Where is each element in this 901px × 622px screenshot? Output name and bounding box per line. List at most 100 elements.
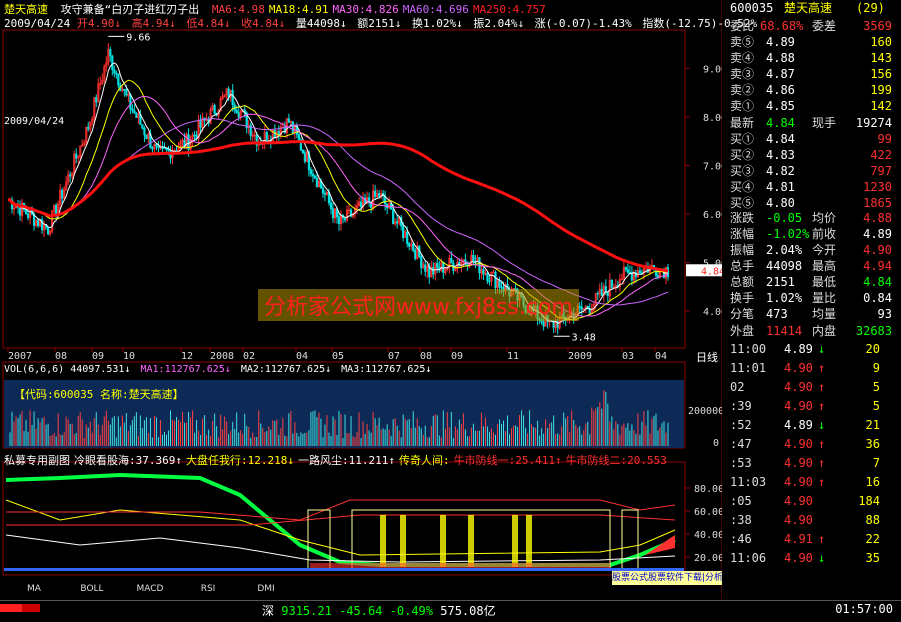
candle-body [113, 69, 116, 74]
weicha-label: 委差 [812, 19, 837, 33]
stat-value: 1.02% [766, 291, 803, 305]
kline-chart-area[interactable]: 9.008.007.006.005.004.004.84200708091012… [0, 0, 757, 621]
candle-body [331, 208, 335, 219]
code-label: 【代码:600035 名称:楚天高速】 [14, 388, 184, 401]
neipan-label: 内盘 [812, 324, 837, 338]
tick-price: 4.89 [784, 418, 813, 432]
candle-body [55, 204, 58, 215]
tick-price: 4.90 [784, 456, 813, 470]
tick-row: :46 4.91 ↑ 22 [726, 531, 896, 547]
ask-price: 4.85 [766, 99, 795, 113]
candle-body [442, 261, 445, 273]
indicator-axis-label: 40.00 [694, 530, 722, 541]
ohlc-row: 2009/04/24 开4.90↓ 高4.94↓ 低4.84↓ 收4.84↓ 量… [4, 15, 761, 31]
period-label[interactable]: 日线 [696, 349, 718, 365]
stat-row: 分笔 473 均量 93 [726, 306, 896, 322]
indicator-yellow-bar [512, 515, 518, 567]
ohlc-date: 2009/04/24 [4, 17, 71, 30]
candle-body [231, 89, 234, 106]
candle-body [109, 49, 112, 57]
stat-value: 4.94 [863, 259, 892, 273]
candle-body [47, 226, 50, 235]
candle-body [309, 169, 313, 175]
indicator-yellow-bar [400, 515, 406, 567]
tick-volume: 16 [865, 475, 880, 489]
candle-body [265, 132, 268, 143]
tick-row: :39 4.90 ↑ 5 [726, 398, 896, 414]
tick-row: 11:03 4.90 ↑ 16 [726, 474, 896, 490]
indicator-header-item: 牛市防线二:20.553 [565, 454, 667, 467]
stat-row: 换手 1.02% 量比 0.84 [726, 290, 896, 306]
ask-label: 卖③ [730, 67, 755, 81]
time-tick-label: 11 [507, 351, 519, 362]
tab-dmi[interactable]: DMI [238, 583, 294, 596]
tab-macd[interactable]: MACD [122, 583, 178, 596]
volume-values: 44097.531↓ MA1:112767.625↓ MA2:112767.62… [70, 364, 435, 375]
ask-row: 卖② 4.86 199 [726, 82, 896, 98]
candle-body [414, 250, 417, 259]
ohlc-item: 收4.84↓ [234, 17, 286, 30]
stat-value: -1.02% [766, 227, 810, 241]
candle-body [638, 270, 642, 274]
stat-label: 最低 [812, 275, 837, 289]
indicator-header-item: 私募专用副图 [4, 454, 70, 467]
weibi-row: 委比 68.68% 委差 3569 [726, 18, 896, 34]
tick-time: 11:01 [730, 361, 767, 375]
candle-body [343, 217, 347, 221]
indicator-box [351, 509, 611, 568]
xianshou-label: 现手 [812, 116, 837, 130]
tick-direction: ↓ [818, 418, 826, 432]
ask-price: 4.88 [766, 51, 795, 65]
current-price-label: 4.84 [701, 266, 722, 277]
time-tick-label: 04 [296, 351, 308, 362]
stat-value: 0.84 [863, 291, 892, 305]
ad-banner[interactable]: 股票公式股票软件下载|分析家公式网www.88gs.com [612, 571, 722, 585]
index-pct: -0.49% [389, 604, 434, 618]
tick-time: :46 [730, 532, 752, 546]
tab-ma[interactable]: MA [6, 583, 62, 596]
candle-body [604, 286, 607, 292]
ohlc-item: 换1.02%↓ [405, 17, 463, 30]
candle-body [161, 147, 164, 149]
candle-body [436, 262, 439, 268]
tick-direction: ↑ [818, 475, 826, 489]
indicator-yellow-bar [526, 515, 532, 567]
candle-body [75, 153, 78, 159]
tick-price: 4.90 [784, 475, 813, 489]
bid-row: 买⑤ 4.80 1865 [726, 195, 896, 211]
tab-boll[interactable]: BOLL [64, 583, 120, 596]
status-bar: 深 9315.21 -45.64 -0.49% 575.08亿 01:57:00 [0, 600, 901, 622]
time-tick-label: 12 [181, 351, 193, 362]
volume-header: VOL(6,6,6) 44097.531↓ MA1:112767.625↓ MA… [4, 364, 435, 375]
waipan-row: 外盘 11414 内盘 32683 [726, 323, 896, 339]
ask-volume: 199 [870, 83, 892, 97]
ask-row: 卖③ 4.87 156 [726, 66, 896, 82]
indicator-blue-base [4, 568, 684, 571]
stat-label: 总手 [730, 259, 755, 273]
ask-volume: 160 [870, 35, 892, 49]
stat-label: 分笔 [730, 307, 755, 321]
indicator-yellow-bar [380, 515, 386, 567]
ohlc-item: 低4.84↓ [179, 17, 231, 30]
neipan-value: 32683 [855, 324, 892, 338]
tab-rsi[interactable]: RSI [180, 583, 236, 596]
stat-value: 4.88 [863, 211, 892, 225]
stat-row: 总手 44098 最高 4.94 [726, 258, 896, 274]
candle-body [610, 279, 613, 288]
ma-line [7, 79, 669, 321]
volume-axis-label: 200000 [688, 406, 722, 417]
stat-row: 涨跌 -0.05 均价 4.88 [726, 210, 896, 226]
candle-body [69, 174, 72, 177]
candle-body [36, 219, 40, 227]
tick-row: 02 4.90 ↑ 5 [726, 379, 896, 395]
tick-row: :47 4.90 ↑ 36 [726, 436, 896, 452]
bid-label: 买① [730, 132, 755, 146]
candle-body [412, 243, 415, 251]
ma-lines [7, 62, 669, 324]
candle-body [402, 225, 405, 239]
indicator-axis-label: 60.00 [694, 507, 722, 518]
stat-label: 均价 [812, 211, 837, 225]
candle-body [424, 264, 427, 272]
tick-direction: ↑ [818, 380, 826, 394]
ask-label: 卖④ [730, 51, 755, 65]
